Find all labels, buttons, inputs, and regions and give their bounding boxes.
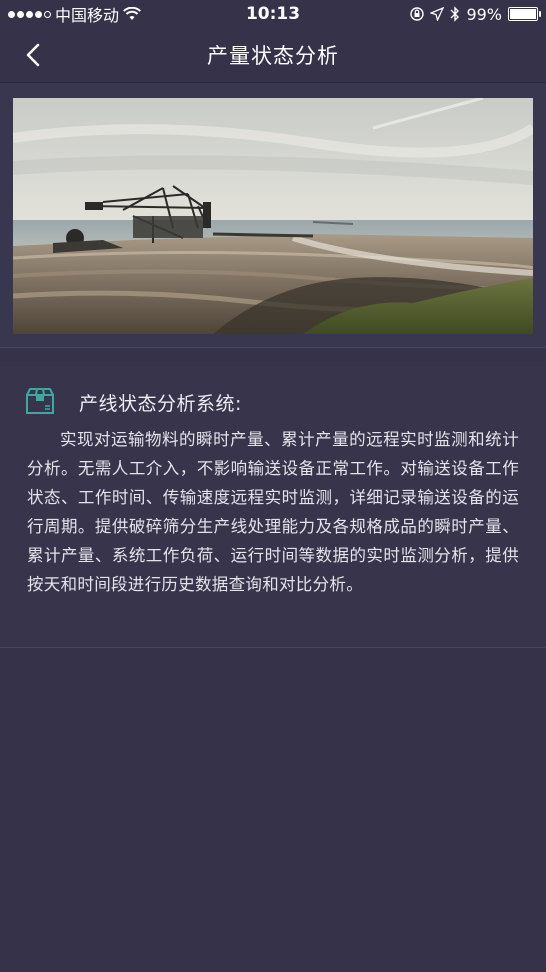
description-body: 实现对运输物料的瞬时产量、累计产量的远程实时监测和统计分析。无需人工介入，不影响… bbox=[27, 430, 519, 594]
section-divider bbox=[0, 347, 546, 348]
chevron-left-icon bbox=[26, 43, 40, 67]
bluetooth-icon bbox=[450, 6, 460, 22]
page-title: 产量状态分析 bbox=[207, 44, 339, 68]
back-button[interactable] bbox=[16, 38, 50, 72]
section-divider bbox=[0, 647, 546, 648]
box-icon bbox=[26, 388, 54, 414]
status-bar: 中国移动 10:13 99% bbox=[0, 0, 546, 28]
description-section: 产线状态分析系统: 实现对运输物料的瞬时产量、累计产量的远程实时监测和统计分析。… bbox=[0, 361, 546, 647]
location-icon bbox=[430, 7, 445, 21]
battery-icon bbox=[508, 7, 541, 21]
nav-bar: 产量状态分析 bbox=[0, 28, 546, 82]
battery-percent: 99% bbox=[466, 4, 502, 24]
description-title: 产线状态分析系统: bbox=[79, 393, 242, 415]
orientation-lock-icon bbox=[410, 7, 425, 21]
mining-excavator-landscape-image bbox=[13, 98, 533, 334]
banner-section bbox=[0, 83, 546, 347]
status-right: 99% bbox=[410, 0, 541, 28]
